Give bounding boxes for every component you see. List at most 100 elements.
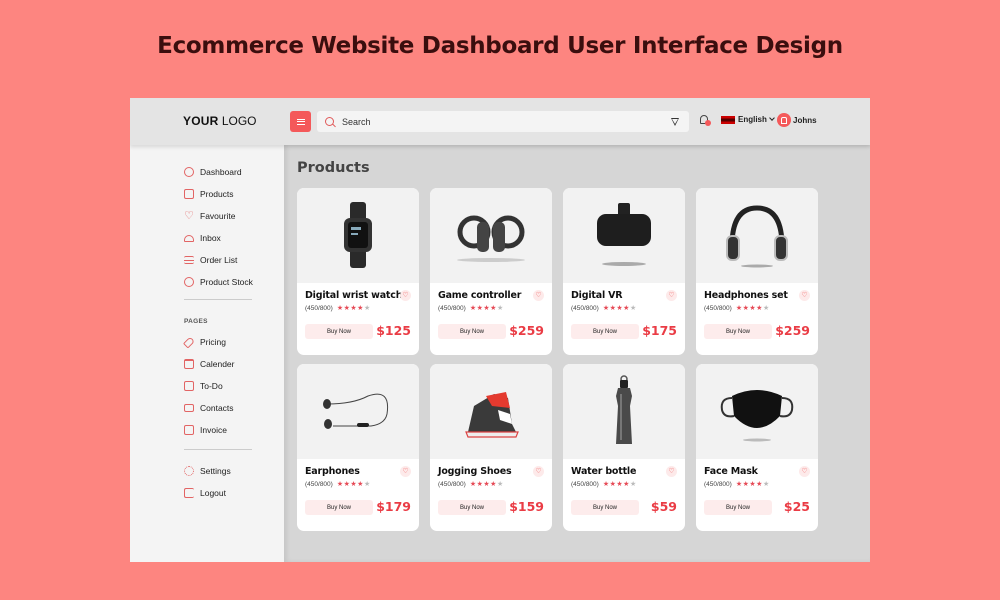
filter-icon[interactable]	[671, 117, 679, 126]
star-icon: ★	[756, 305, 763, 312]
product-card[interactable]: Digital wrist watch ♡ (450/800) ★★★★★ Bu…	[297, 188, 419, 355]
heart-icon[interactable]: ♡	[666, 466, 677, 477]
package-icon	[184, 277, 194, 287]
list-icon	[184, 256, 194, 264]
buy-now-button[interactable]: Buy Now	[438, 500, 506, 515]
sidebar-item-contacts[interactable]: Contacts	[184, 403, 234, 413]
product-image	[563, 364, 685, 459]
headphones-image	[726, 205, 788, 268]
star-rating: ★★★★★	[736, 480, 770, 488]
logo[interactable]: YOUR LOGO	[183, 114, 257, 128]
avatar	[777, 113, 791, 127]
box-icon	[184, 189, 194, 199]
product-price: $259	[775, 323, 810, 338]
product-name: Headphones set	[704, 290, 788, 301]
star-icon: ★	[623, 481, 630, 488]
star-icon: ★	[629, 305, 637, 312]
heart-icon[interactable]: ♡	[533, 466, 544, 477]
buy-now-button[interactable]: Buy Now	[704, 324, 772, 339]
product-image	[430, 364, 552, 459]
product-image	[696, 188, 818, 283]
star-icon: ★	[602, 305, 610, 312]
star-rating: ★★★★★	[337, 480, 371, 488]
hamburger-menu-button[interactable]	[290, 111, 311, 132]
star-rating: ★★★★★	[470, 480, 504, 488]
product-name: Water bottle	[571, 466, 637, 477]
sidebar-item-product-stock[interactable]: Product Stock	[184, 277, 253, 287]
main-content: Products Digital wrist watch ♡ (450/800)…	[284, 145, 870, 562]
star-icon: ★	[735, 481, 743, 488]
sidebar-item-inbox[interactable]: Inbox	[184, 233, 221, 243]
gear-icon	[184, 466, 194, 476]
chevron-down-icon	[769, 115, 775, 121]
sidebar-item-dashboard[interactable]: Dashboard	[184, 167, 242, 177]
heart-icon[interactable]: ♡	[666, 290, 677, 301]
product-price: $179	[376, 499, 411, 514]
sidebar-item-order-list[interactable]: Order List	[184, 255, 237, 265]
product-card[interactable]: Face Mask ♡ (450/800) ★★★★★ Buy Now $25	[696, 364, 818, 531]
star-icon: ★	[735, 305, 743, 312]
product-name: Face Mask	[704, 466, 758, 477]
heart-icon[interactable]: ♡	[400, 290, 411, 301]
heart-icon[interactable]: ♡	[400, 466, 411, 477]
product-card[interactable]: Headphones set ♡ (450/800) ★★★★★ Buy Now…	[696, 188, 818, 355]
star-icon: ★	[336, 481, 344, 488]
search-icon	[325, 117, 334, 126]
user-menu[interactable]: Johns	[777, 113, 817, 127]
product-image	[297, 188, 419, 283]
earphones-image	[323, 393, 389, 429]
product-price: $175	[642, 323, 677, 338]
sidebar-item-favourite[interactable]: ♡ Favourite	[184, 211, 235, 222]
product-name: Game controller	[438, 290, 522, 301]
sidebar-item-pricing[interactable]: Pricing	[182, 335, 226, 349]
buy-now-button[interactable]: Buy Now	[571, 500, 639, 515]
sidebar-item-logout[interactable]: Logout	[184, 488, 226, 498]
sidebar-item-settings[interactable]: Settings	[184, 466, 231, 476]
speedometer-icon	[184, 167, 194, 177]
buy-now-button[interactable]: Buy Now	[571, 324, 639, 339]
rating-count: (450/800)	[305, 480, 333, 488]
sidebar-item-calender[interactable]: Calender	[184, 359, 235, 369]
user-name: Johns	[793, 115, 817, 125]
sidebar-item-label: Dashboard	[200, 167, 242, 177]
sidebar-item-label: To-Do	[200, 381, 223, 391]
smartwatch-image	[344, 202, 372, 268]
buy-now-button[interactable]: Buy Now	[704, 500, 772, 515]
heart-icon[interactable]: ♡	[799, 466, 810, 477]
star-rating: ★★★★★	[603, 304, 637, 312]
heart-icon[interactable]: ♡	[799, 290, 810, 301]
sidebar-item-to-do[interactable]: To-Do	[184, 381, 223, 391]
product-rating: (450/800) ★★★★★	[305, 304, 371, 313]
rating-count: (450/800)	[704, 304, 732, 312]
buy-now-button[interactable]: Buy Now	[438, 324, 506, 339]
buy-now-button[interactable]: Buy Now	[305, 324, 373, 339]
heart-icon[interactable]: ♡	[533, 290, 544, 301]
water-bottle-image	[616, 375, 632, 444]
star-icon: ★	[490, 481, 497, 488]
product-name: Earphones	[305, 466, 360, 477]
pages-section-label: PAGES	[184, 318, 208, 325]
buy-now-button[interactable]: Buy Now	[305, 500, 373, 515]
product-card[interactable]: Earphones ♡ (450/800) ★★★★★ Buy Now $179	[297, 364, 419, 531]
product-card[interactable]: Jogging Shoes ♡ (450/800) ★★★★★ Buy Now …	[430, 364, 552, 531]
product-card[interactable]: Game controller ♡ (450/800) ★★★★★ Buy No…	[430, 188, 552, 355]
sidebar-item-invoice[interactable]: Invoice	[184, 425, 227, 435]
product-rating: (450/800) ★★★★★	[704, 304, 770, 313]
product-card[interactable]: Digital VR ♡ (450/800) ★★★★★ Buy Now $17…	[563, 188, 685, 355]
product-card[interactable]: Water bottle ♡ (450/800) ★★★★★ Buy Now $…	[563, 364, 685, 531]
star-icon: ★	[762, 305, 770, 312]
sidebar-item-label: Order List	[200, 255, 238, 265]
page-title: Products	[297, 160, 370, 176]
dashboard-frame: YOUR LOGO English Johns Dashboard Produc…	[130, 98, 870, 562]
sidebar-item-products[interactable]: Products	[184, 189, 234, 199]
product-rating: (450/800) ★★★★★	[438, 304, 504, 313]
star-icon: ★	[623, 305, 630, 312]
language-selector[interactable]: English	[721, 115, 775, 124]
logo-light: LOGO	[221, 114, 257, 128]
search-input[interactable]	[342, 116, 671, 127]
star-icon: ★	[363, 305, 371, 312]
sidebar-item-label: Settings	[200, 466, 231, 476]
sneaker-image	[465, 392, 519, 438]
vr-headset-image	[597, 203, 651, 266]
sidebar-item-label: Calender	[200, 359, 235, 369]
